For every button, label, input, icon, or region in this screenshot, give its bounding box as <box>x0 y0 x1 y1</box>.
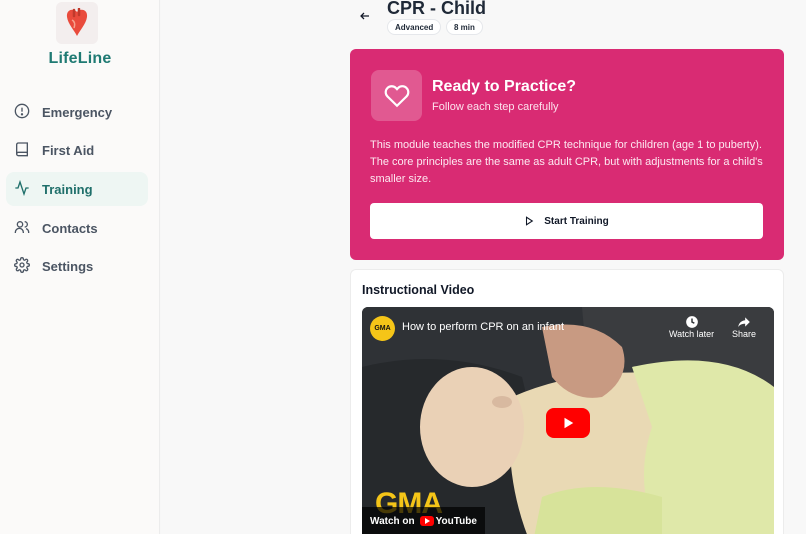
sidebar-item-first-aid[interactable]: First Aid <box>6 133 148 167</box>
sidebar-item-label: Settings <box>42 258 94 274</box>
watch-later-button[interactable]: Watch later <box>669 315 714 339</box>
youtube-logo-icon: YouTube <box>419 515 477 527</box>
book-icon <box>14 141 32 159</box>
heart-icon <box>371 70 422 121</box>
video-card: Instructional Video GMA How to perform C… <box>350 269 784 534</box>
page-title: CPR - Child <box>387 0 486 18</box>
back-button[interactable] <box>357 8 373 24</box>
arrow-left-icon <box>360 12 369 20</box>
share-button[interactable]: Share <box>732 315 756 339</box>
sidebar: LifeLine Emergency First Aid Training Co… <box>0 0 160 534</box>
clock-icon <box>685 316 698 328</box>
practice-card: Ready to Practice? Follow each step care… <box>350 49 784 260</box>
share-icon <box>738 317 750 328</box>
play-icon <box>526 216 534 226</box>
gear-icon <box>14 257 32 275</box>
main-content: CPR - Child Advanced 8 min Ready to Prac… <box>161 0 806 534</box>
watch-on-label: Watch on <box>370 515 415 527</box>
sidebar-item-label: Contacts <box>42 220 98 236</box>
sidebar-item-label: Emergency <box>42 104 113 120</box>
sidebar-item-contacts[interactable]: Contacts <box>6 211 148 245</box>
video-section-title: Instructional Video <box>362 283 475 297</box>
practice-subheading: Follow each step carefully <box>432 101 559 113</box>
sidebar-item-label: Training <box>42 181 93 197</box>
sidebar-item-settings[interactable]: Settings <box>6 249 148 283</box>
heart-logo-icon <box>66 8 88 36</box>
practice-description: This module teaches the modified CPR tec… <box>370 139 763 185</box>
watch-on-youtube-link[interactable]: Watch on YouTube <box>362 507 485 534</box>
watch-later-label: Watch later <box>669 329 715 339</box>
play-icon <box>564 417 574 429</box>
alert-circle-icon <box>14 103 32 121</box>
start-training-button[interactable]: Start Training <box>370 203 763 239</box>
brand-name: LifeLine <box>48 50 112 67</box>
sidebar-item-label: First Aid <box>42 142 95 158</box>
practice-heading: Ready to Practice? <box>432 78 577 95</box>
sidebar-item-training[interactable]: Training <box>6 172 148 206</box>
video-player[interactable]: GMA How to perform CPR on an infant Watc… <box>362 307 774 534</box>
play-video-button[interactable] <box>546 408 590 438</box>
duration-badge: 8 min <box>446 19 483 35</box>
activity-icon <box>14 180 32 198</box>
channel-badge[interactable]: GMA <box>370 316 395 341</box>
sidebar-item-emergency[interactable]: Emergency <box>6 95 148 129</box>
difficulty-badge: Advanced <box>387 19 442 35</box>
users-icon <box>14 219 32 237</box>
video-title[interactable]: How to perform CPR on an infant <box>402 321 564 333</box>
logo <box>56 2 98 44</box>
share-label: Share <box>732 329 757 339</box>
start-training-label: Start Training <box>544 215 609 227</box>
youtube-label: YouTube <box>435 515 477 527</box>
